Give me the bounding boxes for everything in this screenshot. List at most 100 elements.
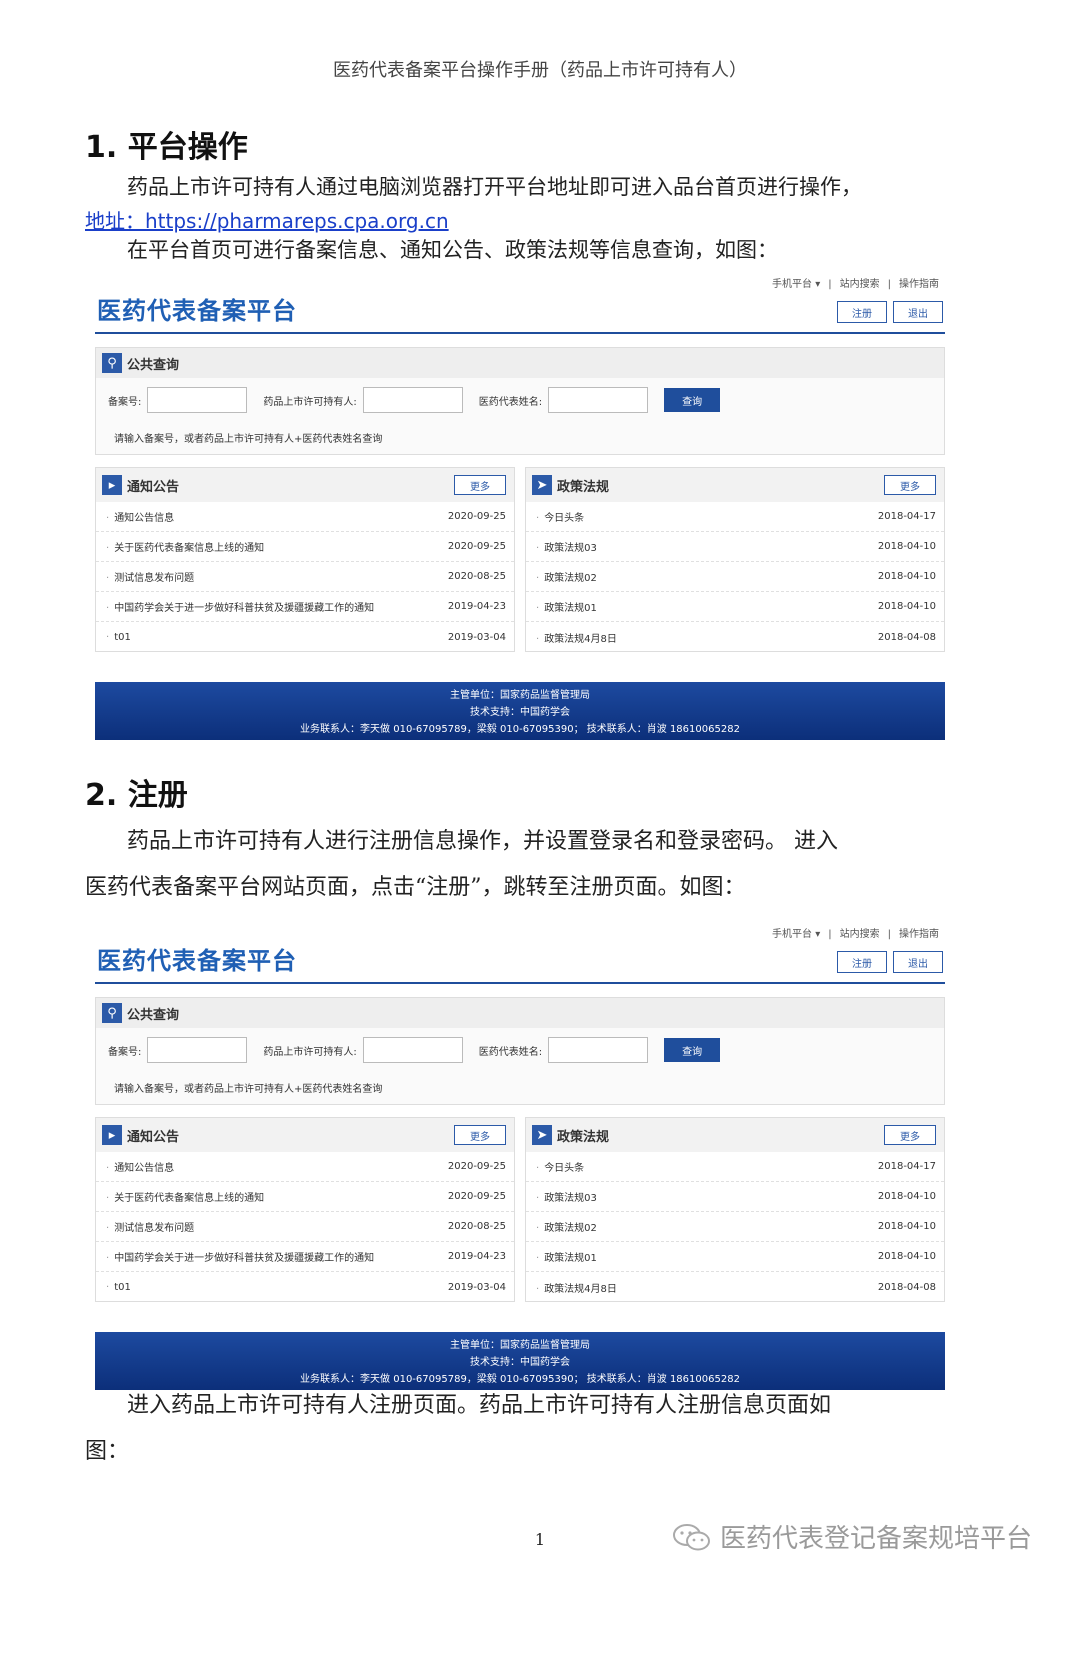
policy-item[interactable]: 今日头条 2018-04-17 xyxy=(526,502,944,532)
portal-logo: 医药代表备案平台 xyxy=(97,297,297,325)
notice-item-date: 2019-04-23 xyxy=(447,1251,506,1262)
public-query-panel: ⚲ 公共查询 备案号: 药品上市许可持有人: 医药代表姓名: 查询 请输入备案号… xyxy=(95,997,945,1105)
portal-screenshot-1: 手机平台 ▾ | 站内搜索 | 操作指南 医药代表备案平台 注册 退出 ⚲ 公共查询 备… xyxy=(95,275,945,740)
holder-label: 药品上市许可持有人: xyxy=(263,1046,357,1058)
policy-item[interactable]: 政策法规01 2018-04-10 xyxy=(526,592,944,622)
section-2-title: 2. 注册 xyxy=(85,778,188,813)
section-1-paragraph-1: 药品上市许可持有人通过电脑浏览器打开平台地址即可进入品台首页进行操作， xyxy=(127,175,862,199)
query-form-row: 备案号: 药品上市许可持有人: 医药代表姓名: 查询 xyxy=(108,1037,721,1063)
query-hint: 请输入备案号，或者药品上市许可持有人+医药代表姓名查询 xyxy=(114,1084,383,1095)
footer-tech-support: 技术支持：中国药学会 xyxy=(470,707,570,718)
notice-item-date: 2019-03-04 xyxy=(447,631,506,643)
policy-item[interactable]: 今日头条 2018-04-17 xyxy=(526,1152,944,1182)
footer-supervisor: 主管单位：国家药品监督管理局 xyxy=(450,1340,590,1351)
paper-plane-icon: ➤ xyxy=(532,475,552,495)
top-link[interactable]: 手机平台 ▾ xyxy=(772,279,820,290)
rep-name-input[interactable] xyxy=(548,387,649,413)
policy-item[interactable]: 政策法规02 2018-04-10 xyxy=(526,1212,944,1242)
logout-button[interactable]: 退出 xyxy=(893,301,943,323)
notice-item-title: 通知公告信息 xyxy=(106,1159,174,1174)
footer-tech-support: 技术支持：中国药学会 xyxy=(470,1357,570,1368)
register-button[interactable]: 注册 xyxy=(837,951,887,973)
portal-footer: 主管单位：国家药品监督管理局 技术支持：中国药学会 业务联系人：李天做 010-… xyxy=(95,1332,945,1390)
policy-more-button[interactable]: 更多 xyxy=(884,475,936,495)
policy-item-title: 政策法规02 xyxy=(536,1219,597,1234)
notice-item[interactable]: 测试信息发布问题 2020-08-25 xyxy=(96,562,514,592)
notice-item-title: 中国药学会关于进一步做好科普扶贫及援疆援藏工作的通知 xyxy=(106,1249,374,1264)
notice-item[interactable]: 关于医药代表备案信息上线的通知 2020-09-25 xyxy=(96,1182,514,1212)
top-link[interactable]: 操作指南 xyxy=(899,929,939,940)
policy-item-title: 政策法规4月8日 xyxy=(536,630,617,645)
portal-account-buttons: 注册 退出 xyxy=(837,301,943,323)
policy-item-title: 今日头条 xyxy=(536,509,584,524)
notice-item[interactable]: 中国药学会关于进一步做好科普扶贫及援疆援藏工作的通知 2019-04-23 xyxy=(96,592,514,622)
policy-item[interactable]: 政策法规4月8日 2018-04-08 xyxy=(526,622,944,652)
section-2-paragraph-2-line-1: 进入药品上市许可持有人注册页面。药品上市许可持有人注册信息页面如 xyxy=(127,1393,832,1418)
policy-item-title: 政策法规4月8日 xyxy=(536,1280,617,1295)
policy-item-date: 2018-04-17 xyxy=(877,1161,936,1172)
policy-item[interactable]: 政策法规02 2018-04-10 xyxy=(526,562,944,592)
notice-item-date: 2019-03-04 xyxy=(447,1281,506,1293)
notice-item[interactable]: 测试信息发布问题 2020-08-25 xyxy=(96,1212,514,1242)
policy-more-button[interactable]: 更多 xyxy=(884,1125,936,1145)
wechat-icon xyxy=(673,1523,710,1550)
watermark-text: 医药代表登记备案规培平台 xyxy=(720,1524,1033,1554)
policy-header: ➤ 政策法规 更多 xyxy=(526,1118,944,1152)
top-link[interactable]: 站内搜索 xyxy=(840,929,880,940)
top-link-separator: | xyxy=(828,929,832,940)
policy-item-date: 2018-04-08 xyxy=(877,631,936,643)
record-number-label: 备案号: xyxy=(108,1046,142,1058)
platform-address-link[interactable]: 地址：https://pharmareps.cpa.org.cn xyxy=(85,205,449,234)
notice-item[interactable]: 中国药学会关于进一步做好科普扶贫及援疆援藏工作的通知 2019-04-23 xyxy=(96,1242,514,1272)
notice-more-button[interactable]: 更多 xyxy=(454,475,506,495)
paper-plane-icon: ➤ xyxy=(532,1125,552,1145)
logout-button[interactable]: 退出 xyxy=(893,951,943,973)
portal-screenshot-2: 手机平台 ▾ | 站内搜索 | 操作指南 医药代表备案平台 注册 退出 ⚲ 公共查询 备… xyxy=(95,925,945,1390)
query-hint: 请输入备案号，或者药品上市许可持有人+医药代表姓名查询 xyxy=(114,434,383,445)
notice-item-date: 2020-09-25 xyxy=(447,1161,506,1172)
notice-item[interactable]: 通知公告信息 2020-09-25 xyxy=(96,1152,514,1182)
notice-header: ▸ 通知公告 更多 xyxy=(96,1118,514,1152)
notice-panel: ▸ 通知公告 更多 通知公告信息2020-09-25关于医药代表备案信息上线的通… xyxy=(95,467,515,652)
notice-more-button[interactable]: 更多 xyxy=(454,1125,506,1145)
notice-title: 通知公告 xyxy=(127,479,180,495)
policy-item-date: 2018-04-10 xyxy=(877,601,936,612)
query-button[interactable]: 查询 xyxy=(664,1038,721,1062)
policy-title: 政策法规 xyxy=(557,1129,610,1145)
notice-item[interactable]: t01 2019-03-04 xyxy=(96,1272,514,1302)
register-button[interactable]: 注册 xyxy=(837,301,887,323)
notice-item-title: 关于医药代表备案信息上线的通知 xyxy=(106,539,264,554)
notice-item-date: 2020-08-25 xyxy=(447,1221,506,1232)
megaphone-icon: ▸ xyxy=(102,1125,122,1145)
query-button[interactable]: 查询 xyxy=(664,388,721,412)
policy-item[interactable]: 政策法规4月8日 2018-04-08 xyxy=(526,1272,944,1302)
top-link[interactable]: 手机平台 ▾ xyxy=(772,929,820,940)
footer-contacts: 业务联系人：李天做 010-67095789，梁毅 010-67095390； … xyxy=(300,1374,740,1385)
policy-item[interactable]: 政策法规03 2018-04-10 xyxy=(526,1182,944,1212)
notice-title: 通知公告 xyxy=(127,1129,180,1145)
policy-item-date: 2018-04-10 xyxy=(877,1251,936,1262)
search-icon: ⚲ xyxy=(102,353,122,373)
notice-item[interactable]: 通知公告信息 2020-09-25 xyxy=(96,502,514,532)
notice-item[interactable]: 关于医药代表备案信息上线的通知 2020-09-25 xyxy=(96,532,514,562)
notice-item-title: t01 xyxy=(106,632,131,643)
policy-item-title: 政策法规01 xyxy=(536,1249,597,1264)
policy-item[interactable]: 政策法规01 2018-04-10 xyxy=(526,1242,944,1272)
policy-item-title: 政策法规03 xyxy=(536,539,597,554)
policy-item-date: 2018-04-10 xyxy=(877,571,936,582)
megaphone-icon: ▸ xyxy=(102,475,122,495)
holder-input[interactable] xyxy=(362,387,463,413)
notice-item-title: 测试信息发布问题 xyxy=(106,1219,194,1234)
record-number-input[interactable] xyxy=(147,1037,248,1063)
top-link[interactable]: 操作指南 xyxy=(899,279,939,290)
notice-item-date: 2020-09-25 xyxy=(447,511,506,522)
query-form-row: 备案号: 药品上市许可持有人: 医药代表姓名: 查询 xyxy=(108,387,721,413)
policy-item[interactable]: 政策法规03 2018-04-10 xyxy=(526,532,944,562)
policy-item-date: 2018-04-08 xyxy=(877,1281,936,1293)
record-number-input[interactable] xyxy=(147,387,248,413)
rep-name-input[interactable] xyxy=(548,1037,649,1063)
top-link[interactable]: 站内搜索 xyxy=(840,279,880,290)
notice-item[interactable]: t01 2019-03-04 xyxy=(96,622,514,652)
holder-input[interactable] xyxy=(362,1037,463,1063)
top-link-separator: | xyxy=(887,279,891,290)
